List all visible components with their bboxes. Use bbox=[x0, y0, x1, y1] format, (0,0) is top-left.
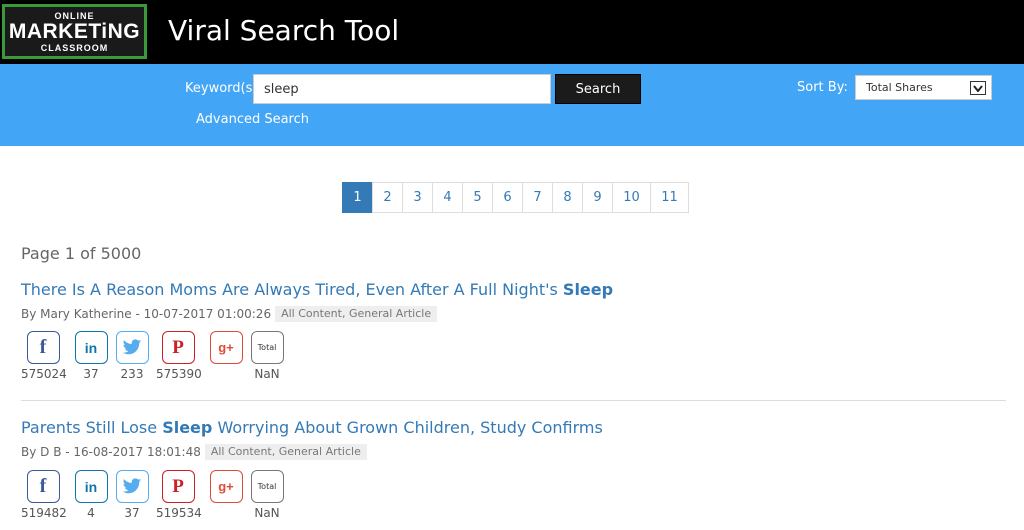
total-share: Total NaN bbox=[245, 331, 289, 382]
keyword-label: Keyword(s) bbox=[185, 81, 258, 96]
facebook-count: 575024 bbox=[21, 367, 67, 381]
share-counts: f 519482 in 4 37 P 519534 g+ Total NaN bbox=[21, 470, 321, 522]
page-count: Page 1 of 5000 bbox=[21, 244, 142, 263]
pinterest-count: 575390 bbox=[156, 367, 202, 381]
sort-by-select[interactable]: Total Shares bbox=[855, 75, 992, 100]
pinterest-share[interactable]: P 519534 bbox=[156, 470, 202, 521]
result-item: There Is A Reason Moms Are Always Tired,… bbox=[21, 280, 1006, 323]
pinterest-icon[interactable]: P bbox=[161, 470, 195, 503]
logo-line-1: ONLINE bbox=[54, 10, 95, 21]
result-item: Parents Still Lose Sleep Worrying About … bbox=[21, 418, 1006, 461]
total-share: Total NaN bbox=[245, 470, 289, 521]
result-title-text: There Is A Reason Moms Are Always Tired,… bbox=[21, 280, 563, 299]
page-link-4[interactable]: 4 bbox=[432, 182, 463, 213]
page-link-1[interactable]: 1 bbox=[342, 182, 373, 213]
page-link-9[interactable]: 9 bbox=[582, 182, 613, 213]
total-icon: Total bbox=[250, 470, 284, 503]
online-marketing-classroom-logo[interactable]: ONLINE MARKETiNG CLASSROOM bbox=[2, 4, 147, 59]
logo-line-2: MARKETiNG bbox=[8, 19, 141, 43]
result-title-link[interactable]: There Is A Reason Moms Are Always Tired,… bbox=[21, 280, 1006, 300]
twitter-count: 233 bbox=[120, 367, 144, 381]
googleplus-share[interactable]: g+ bbox=[204, 331, 248, 367]
facebook-icon[interactable]: f bbox=[26, 470, 60, 503]
page-link-11[interactable]: 11 bbox=[650, 182, 689, 213]
search-bar: Keyword(s) Search Advanced Search Sort B… bbox=[0, 64, 1024, 146]
result-author-date: By D B - 16-08-2017 18:01:48 bbox=[21, 445, 201, 459]
page-link-3[interactable]: 3 bbox=[402, 182, 433, 213]
result-meta: By Mary Katherine - 10-07-2017 01:00:26 … bbox=[21, 305, 1006, 323]
page-link-7[interactable]: 7 bbox=[522, 182, 553, 213]
pagination: 1 2 3 4 5 6 7 8 9 10 11 bbox=[342, 182, 689, 213]
app-header: ONLINE MARKETiNG CLASSROOM Viral Search … bbox=[0, 0, 1024, 64]
linkedin-count: 37 bbox=[83, 367, 99, 381]
result-category-tag: All Content, General Article bbox=[275, 306, 438, 322]
linkedin-count: 4 bbox=[87, 506, 95, 520]
app-title: Viral Search Tool bbox=[168, 14, 400, 47]
linkedin-share[interactable]: in 4 bbox=[69, 470, 113, 521]
pinterest-count: 519534 bbox=[156, 506, 202, 520]
google-plus-icon[interactable]: g+ bbox=[209, 331, 243, 364]
linkedin-share[interactable]: in 37 bbox=[69, 331, 113, 382]
googleplus-share[interactable]: g+ bbox=[204, 470, 248, 506]
facebook-share[interactable]: f 575024 bbox=[21, 331, 67, 382]
sort-by-value: Total Shares bbox=[866, 81, 933, 94]
page-link-6[interactable]: 6 bbox=[492, 182, 523, 213]
result-title-link[interactable]: Parents Still Lose Sleep Worrying About … bbox=[21, 418, 1006, 438]
page-link-8[interactable]: 8 bbox=[552, 182, 583, 213]
page-link-10[interactable]: 10 bbox=[612, 182, 651, 213]
result-title-keyword: Sleep bbox=[562, 280, 614, 299]
twitter-icon[interactable] bbox=[115, 470, 149, 503]
result-category-tag: All Content, General Article bbox=[204, 444, 367, 460]
facebook-count: 519482 bbox=[21, 506, 67, 520]
sort-by-label: Sort By: bbox=[797, 80, 848, 95]
facebook-share[interactable]: f 519482 bbox=[21, 470, 67, 521]
result-title-keyword: Sleep bbox=[162, 418, 213, 437]
page-link-5[interactable]: 5 bbox=[462, 182, 493, 213]
chevron-down-icon[interactable] bbox=[970, 81, 986, 95]
twitter-share[interactable]: 233 bbox=[110, 331, 154, 382]
twitter-count: 37 bbox=[124, 506, 140, 520]
result-meta: By D B - 16-08-2017 18:01:48 All Content… bbox=[21, 443, 1006, 461]
search-button[interactable]: Search bbox=[555, 74, 641, 104]
result-divider bbox=[21, 400, 1006, 401]
total-count: NaN bbox=[254, 506, 280, 520]
result-author-date: By Mary Katherine - 10-07-2017 01:00:26 bbox=[21, 307, 272, 321]
google-plus-icon[interactable]: g+ bbox=[209, 470, 243, 503]
facebook-icon[interactable]: f bbox=[26, 331, 60, 364]
twitter-icon[interactable] bbox=[115, 331, 149, 364]
page-link-2[interactable]: 2 bbox=[372, 182, 403, 213]
linkedin-icon[interactable]: in bbox=[74, 331, 108, 364]
result-title-text: Parents Still Lose bbox=[21, 418, 163, 437]
advanced-search-link[interactable]: Advanced Search bbox=[196, 112, 309, 128]
share-counts: f 575024 in 37 233 P 575390 g+ Total NaN bbox=[21, 331, 321, 383]
total-icon: Total bbox=[250, 331, 284, 364]
result-title-text-end: Worrying About Grown Children, Study Con… bbox=[212, 418, 603, 437]
linkedin-icon[interactable]: in bbox=[74, 470, 108, 503]
pinterest-share[interactable]: P 575390 bbox=[156, 331, 202, 382]
pinterest-icon[interactable]: P bbox=[161, 331, 195, 364]
logo-line-3: CLASSROOM bbox=[40, 42, 109, 53]
total-count: NaN bbox=[254, 367, 280, 381]
twitter-share[interactable]: 37 bbox=[110, 470, 154, 521]
keyword-input[interactable] bbox=[253, 74, 551, 104]
